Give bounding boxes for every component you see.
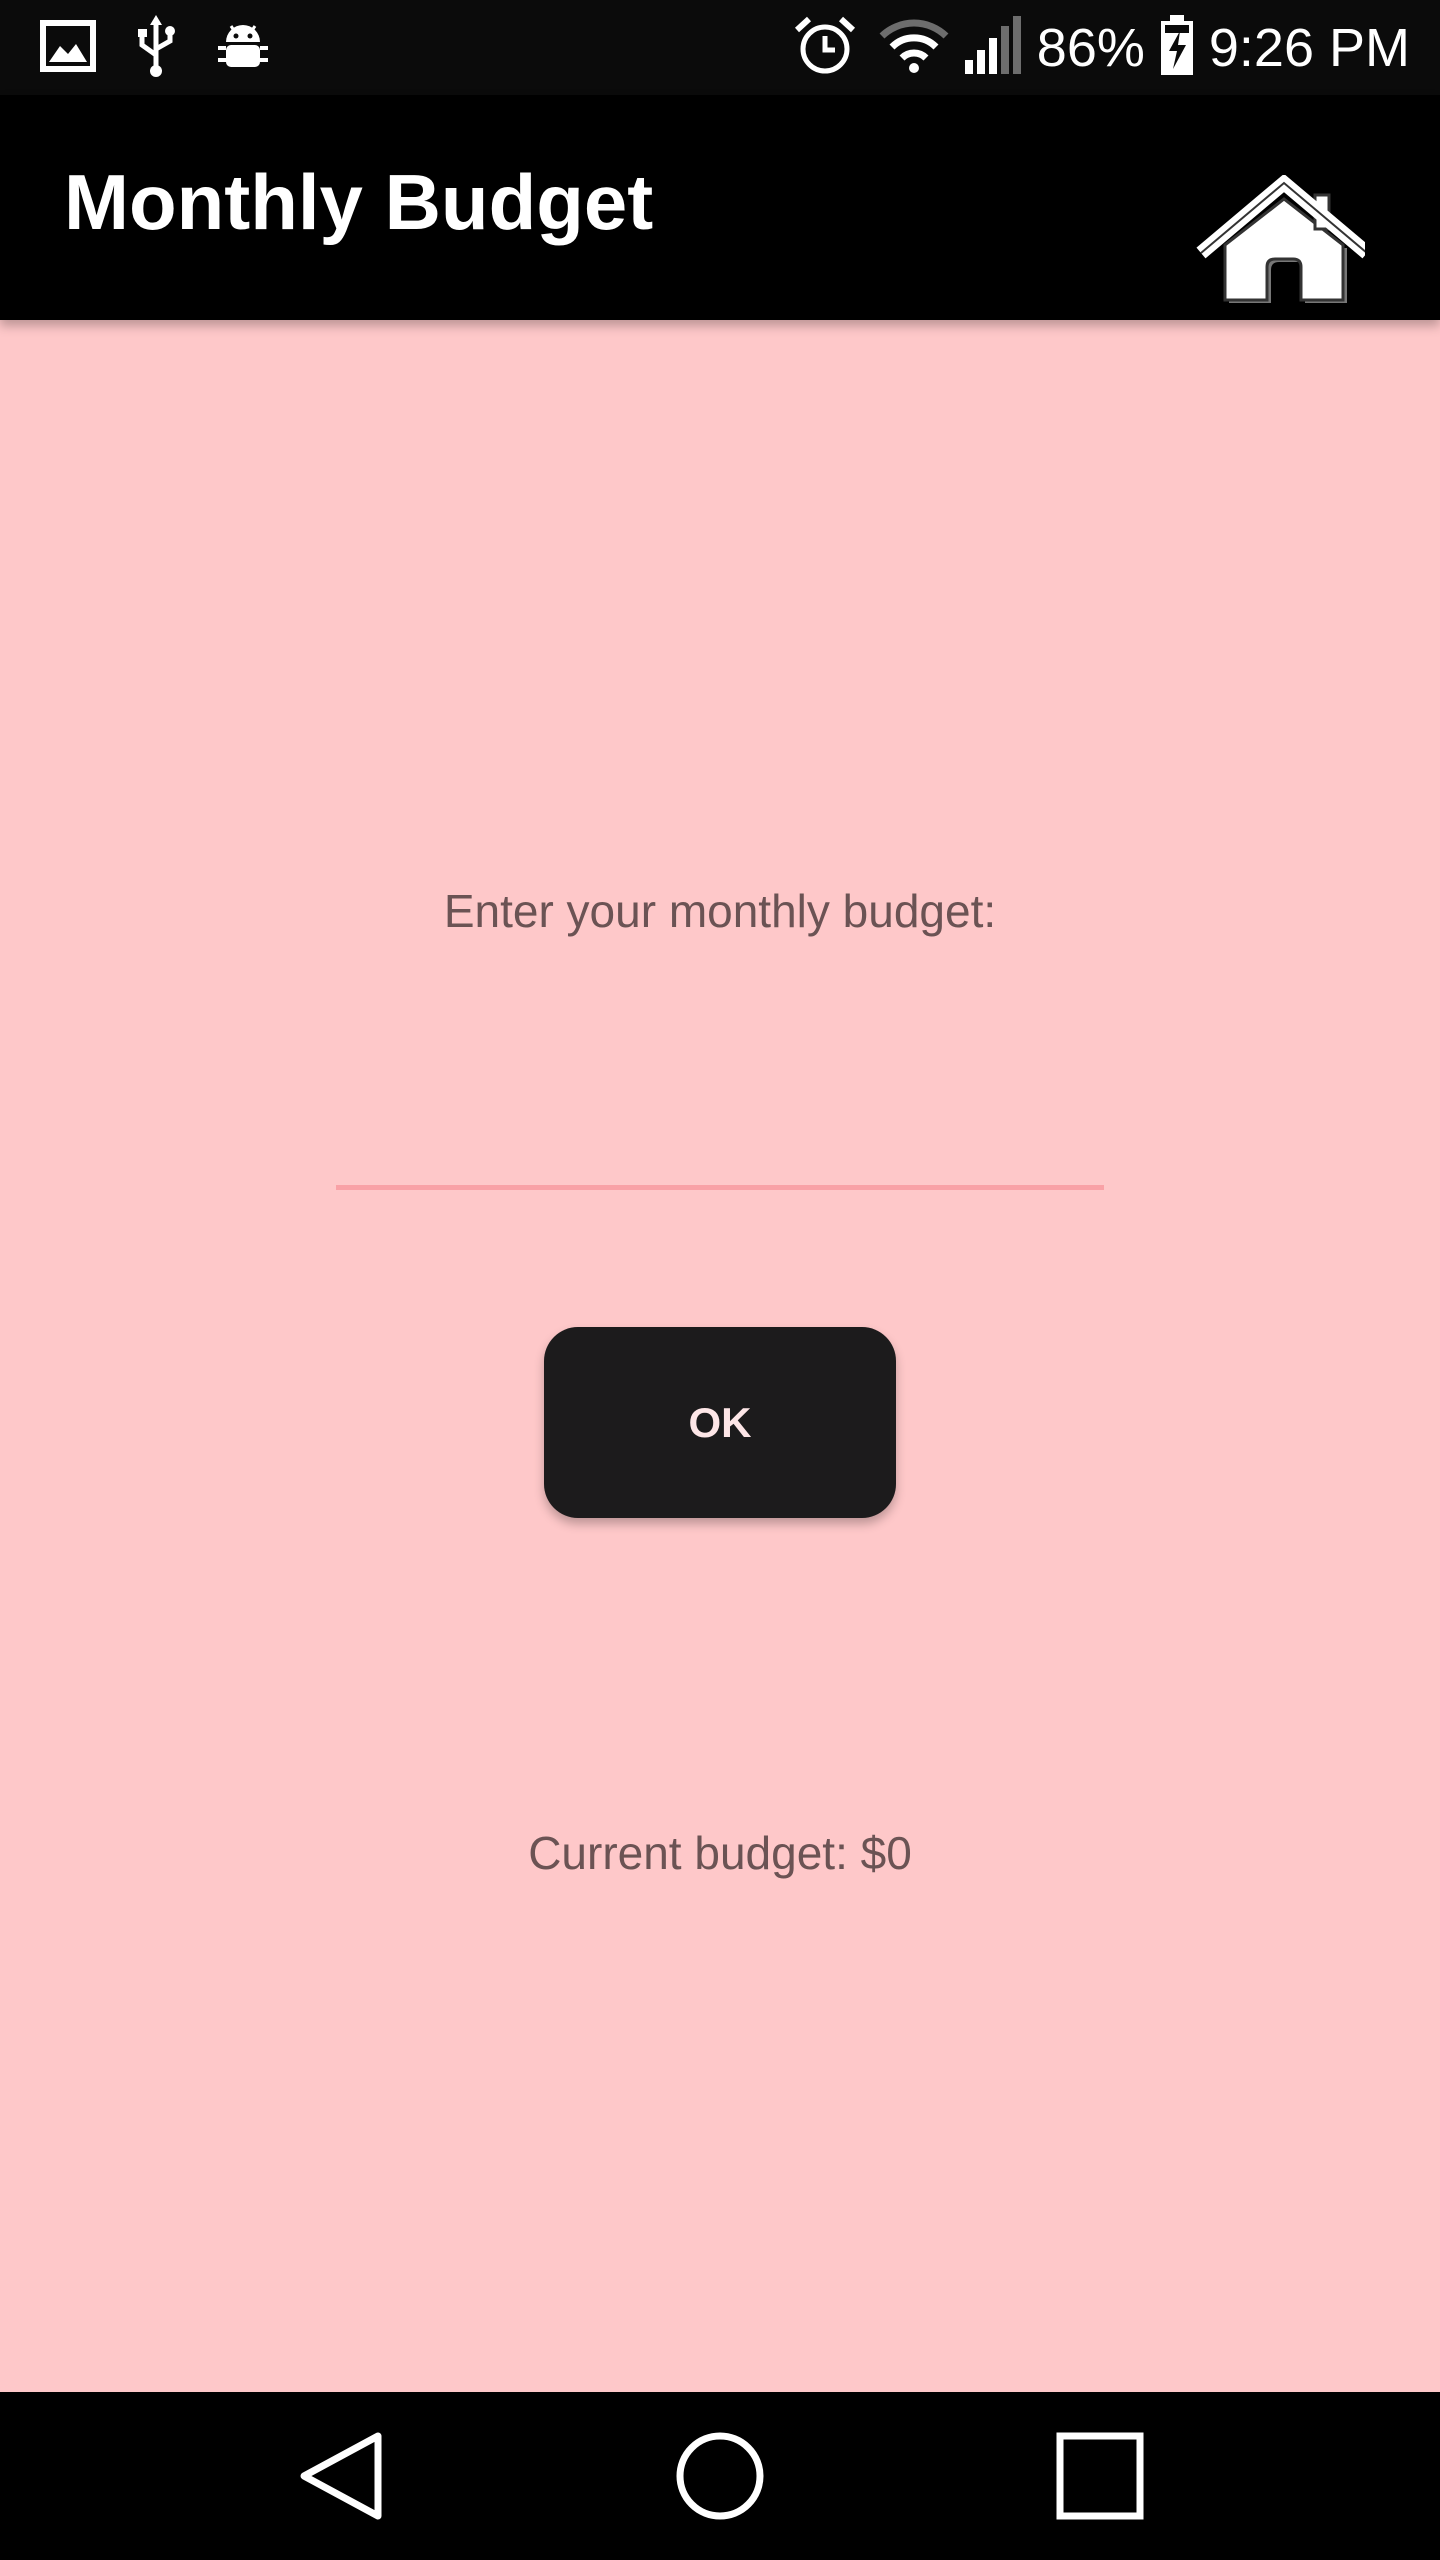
home-icon [1195,173,1372,309]
recents-square-icon [1040,2432,1160,2540]
current-budget-text: Current budget: $0 [528,1827,912,1879]
status-right-icons: 86% 9:26 PM [793,12,1410,84]
page-title: Monthly Budget [64,158,654,246]
battery-charging-icon [1159,14,1195,82]
home-circle-icon [660,2432,780,2540]
usb-icon [136,14,176,82]
signal-icon [963,15,1023,81]
clock-time: 9:26 PM [1208,18,1410,78]
budget-input[interactable] [336,1080,1104,1190]
recents-button[interactable] [1040,2416,1160,2536]
ok-button[interactable]: OK [544,1327,896,1518]
budget-prompt-label: Enter your monthly budget: [443,885,997,937]
back-triangle-icon [280,2432,400,2540]
status-left-icons [40,14,270,79]
wifi-icon [879,18,949,79]
alarm-icon [793,14,857,83]
app-screen: 86% 9:26 PM Monthly Budget Enter your mo… [0,0,1440,2560]
status-bar: 86% 9:26 PM [0,0,1440,95]
gallery-icon [40,19,96,77]
navigation-bar [0,2392,1440,2560]
android-debug-icon [216,18,270,79]
back-button[interactable] [280,2416,400,2536]
app-bar: Monthly Budget [0,95,1440,320]
nav-home-button[interactable] [660,2416,780,2536]
battery-percent: 86% [1036,18,1145,78]
home-button[interactable] [1195,173,1372,305]
